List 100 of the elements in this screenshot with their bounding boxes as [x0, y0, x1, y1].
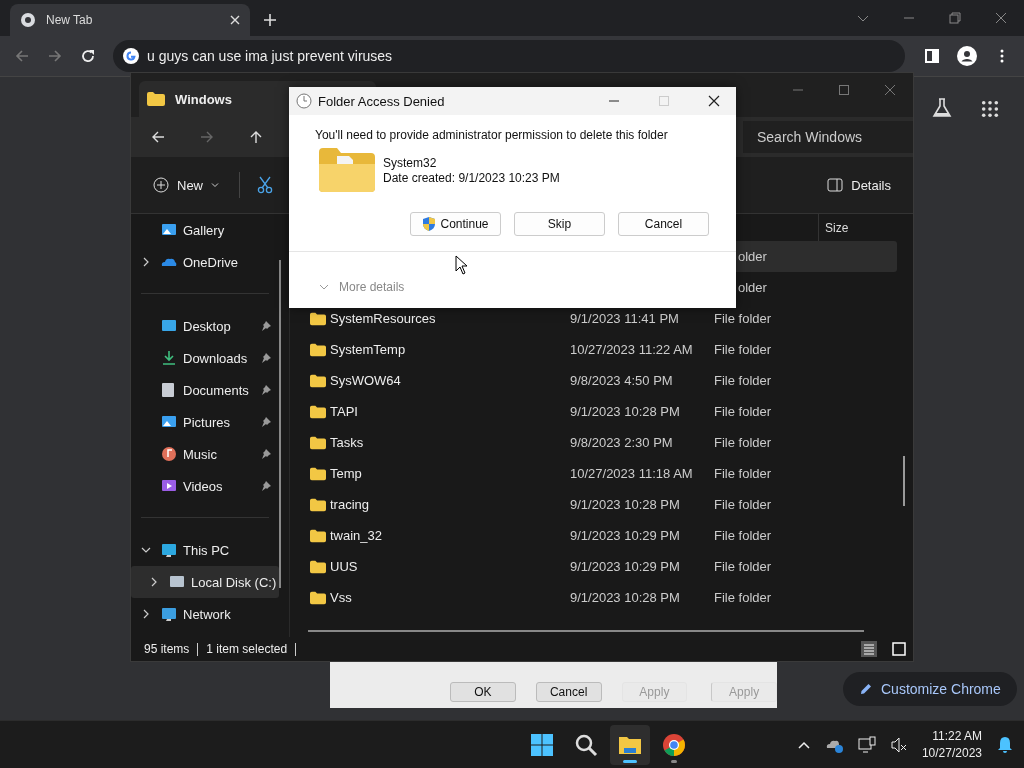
browser-tab[interactable]: New Tab: [10, 4, 250, 36]
scissors-icon[interactable]: [256, 176, 274, 194]
thumbnail-view-icon[interactable]: [891, 641, 907, 657]
taskbar-app[interactable]: [609, 724, 650, 765]
pin-icon[interactable]: [261, 481, 271, 491]
file-row[interactable]: SystemTemp 10/27/2023 11:22 AM File folder: [290, 334, 897, 365]
folder-icon: [319, 148, 375, 192]
sidebar-item[interactable]: Gallery: [131, 214, 279, 246]
sidebar-item[interactable]: Local Disk (C:): [131, 566, 279, 598]
file-row[interactable]: Vss 9/1/2023 10:28 PM File folder: [290, 582, 897, 613]
file-name: TAPI: [330, 404, 358, 419]
sidebar-item[interactable]: Pictures: [131, 406, 279, 438]
flask-icon[interactable]: [931, 97, 953, 119]
file-type: File folder: [714, 528, 772, 543]
file-type: File folder: [714, 311, 772, 326]
sidebar-item[interactable]: OneDrive: [131, 246, 279, 278]
date-created: Date created: 9/1/2023 10:23 PM: [383, 170, 560, 185]
file-row[interactable]: Temp 10/27/2023 11:18 AM File folder: [290, 458, 897, 489]
dialog-button[interactable]: Cancel: [535, 682, 602, 702]
profile-icon[interactable]: [957, 46, 977, 66]
file-row[interactable]: tracing 9/1/2023 10:28 PM File folder: [290, 489, 897, 520]
pin-icon[interactable]: [261, 321, 271, 331]
sidebar-item[interactable]: This PC: [131, 534, 279, 566]
sidebar-item[interactable]: Desktop: [131, 310, 279, 342]
details-pane-icon: [827, 177, 844, 193]
desktop-icon: [161, 318, 177, 334]
downloads-icon: [161, 350, 177, 366]
file-row[interactable]: twain_32 9/1/2023 10:29 PM File folder: [290, 520, 897, 551]
file-type: File folder: [714, 559, 772, 574]
chevron-right-icon[interactable]: [141, 609, 151, 619]
chevron-down-icon[interactable]: [141, 545, 151, 555]
file-type: File folder: [714, 435, 772, 450]
apps-grid-icon[interactable]: [981, 100, 999, 118]
plus-circle-icon: [153, 177, 169, 193]
mouse-cursor-icon: [455, 255, 467, 275]
sidebar-item[interactable]: Documents: [131, 374, 279, 406]
dialog-button[interactable]: Skip: [514, 212, 605, 236]
file-name: Tasks: [330, 435, 364, 450]
forward-icon[interactable]: [199, 129, 215, 145]
new-button[interactable]: New: [149, 173, 223, 197]
search-field[interactable]: Search Windows: [743, 121, 913, 153]
file-row[interactable]: SysWOW64 9/8/2023 4:50 PM File folder: [290, 365, 897, 396]
up-icon[interactable]: [248, 129, 264, 145]
file-row[interactable]: TAPI 9/1/2023 10:28 PM File folder: [290, 396, 897, 427]
dialog-button[interactable]: Cancel: [618, 212, 709, 236]
sidebar-item[interactable]: Network: [131, 598, 279, 630]
network-icon[interactable]: [857, 735, 876, 754]
file-type: File folder: [714, 466, 772, 481]
dialog-button[interactable]: OK: [450, 682, 516, 702]
date-modified: 9/1/2023 10:28 PM: [570, 497, 680, 512]
folder-icon: [310, 310, 326, 327]
sidebar-item[interactable]: Music: [131, 438, 279, 470]
date-modified: 10/27/2023 11:22 AM: [570, 342, 693, 357]
dialog-window: Folder Access Denied You'll need to provide administrator permission to delete this folder System32 Date created: 9/1/2023 10:23 PM Continue Skip Cancel More details: [289, 87, 736, 308]
dialog-button[interactable]: Continue: [410, 212, 501, 236]
item-count: 95 items: [144, 642, 190, 656]
speaker-muted-icon[interactable]: [889, 735, 908, 754]
pc-icon: [161, 542, 177, 558]
details-button[interactable]: Details: [823, 173, 895, 197]
forward-icon[interactable]: [47, 48, 63, 64]
pictures-icon: [161, 414, 177, 430]
date-modified: 9/1/2023 10:28 PM: [570, 404, 680, 419]
folder-icon: [310, 589, 326, 606]
close-icon[interactable]: [708, 95, 720, 107]
windows-logo-icon: [529, 732, 554, 757]
pin-icon[interactable]: [261, 449, 271, 459]
bell-icon[interactable]: [996, 735, 1014, 754]
file-type: File folder: [714, 590, 772, 605]
pencil-icon: [859, 682, 873, 696]
maximize-icon[interactable]: [838, 84, 850, 96]
pin-icon[interactable]: [261, 385, 271, 395]
back-icon[interactable]: [150, 129, 166, 145]
sidebar-item[interactable]: Videos: [131, 470, 279, 502]
gallery-icon: [161, 222, 177, 238]
clock[interactable]: 11:22 AM 10/27/2023: [921, 727, 982, 762]
date-modified: 9/8/2023 2:30 PM: [570, 435, 673, 450]
side-panel-icon[interactable]: [924, 48, 940, 64]
address-bar[interactable]: u guys can use ima just prevent viruses: [113, 40, 905, 72]
customize-chrome-button[interactable]: Customize Chrome: [843, 672, 1017, 706]
clock-icon: [296, 93, 312, 109]
pin-icon[interactable]: [261, 417, 271, 427]
chrome-icon: [20, 12, 36, 28]
reload-icon[interactable]: [80, 48, 96, 64]
new-tab-icon[interactable]: [263, 13, 277, 27]
details-view-icon[interactable]: [861, 641, 877, 657]
pin-icon[interactable]: [261, 353, 271, 363]
sidebar-item[interactable]: Downloads: [131, 342, 279, 374]
file-row[interactable]: UUS 9/1/2023 10:29 PM File folder: [290, 551, 897, 582]
restore-icon[interactable]: [948, 11, 962, 25]
file-type: File folder: [714, 497, 772, 512]
dialog-message: You'll need to provide administrator permission to delete this folder: [314, 127, 669, 142]
file-type: File folder: [714, 404, 772, 419]
google-icon: [123, 48, 139, 64]
chevron-right-icon[interactable]: [149, 577, 159, 587]
file-name: Vss: [330, 590, 352, 605]
file-name: SystemResources: [330, 311, 436, 326]
folder-icon: [147, 90, 165, 108]
date-modified: 9/1/2023 11:41 PM: [570, 311, 679, 326]
chevron-right-icon[interactable]: [141, 257, 151, 267]
file-row[interactable]: Tasks 9/8/2023 2:30 PM File folder: [290, 427, 897, 458]
